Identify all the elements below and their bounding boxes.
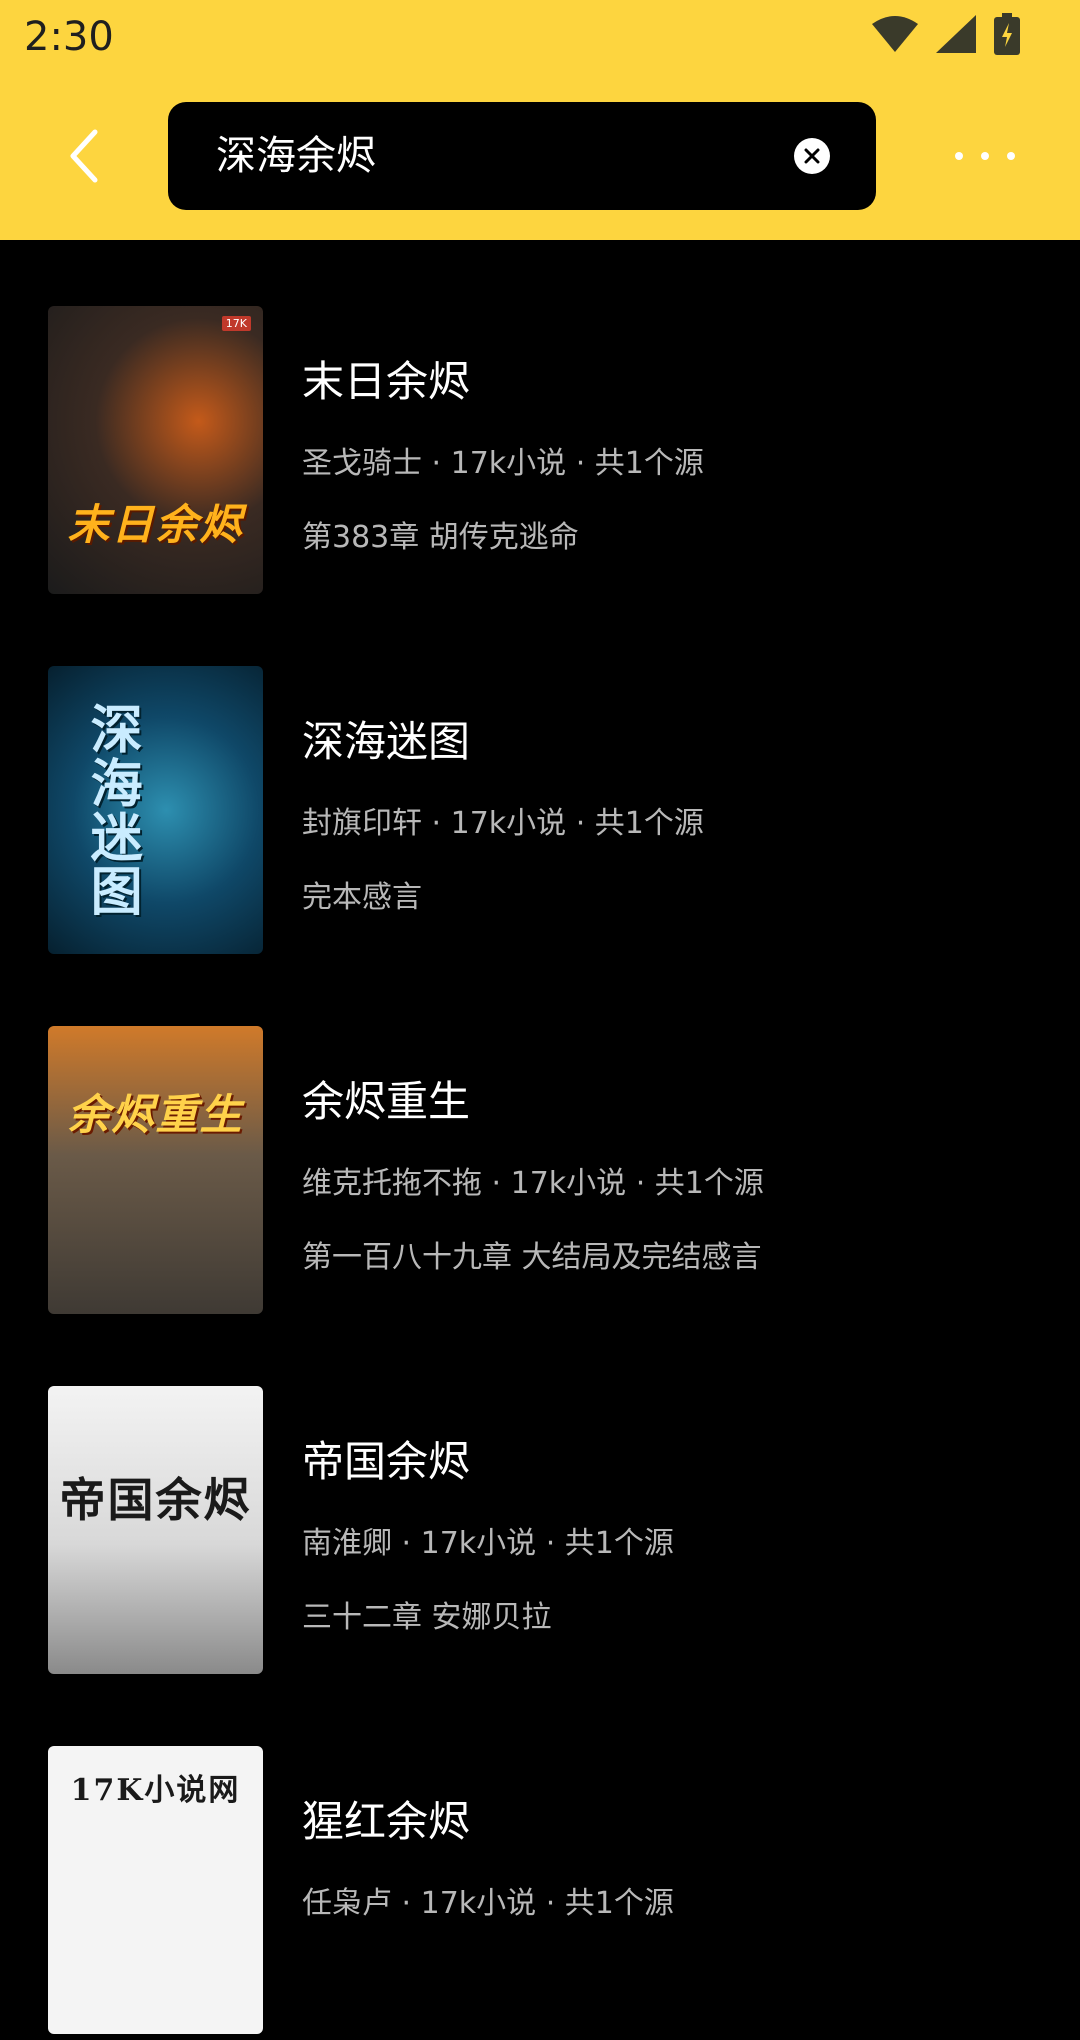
book-meta: 任枭卢 · 17k小说 · 共1个源 (302, 1886, 674, 1921)
book-latest-chapter: 完本感言 (302, 880, 422, 915)
book-latest-chapter: 第383章 胡传克逃命 (302, 520, 579, 555)
book-result-item[interactable]: 17K 末日余烬 末日余烬 圣戈骑士 · 17k小说 · 共1个源 第383章 … (0, 240, 1080, 600)
book-title: 猩红余烬 (302, 1797, 471, 1846)
book-latest-chapter: 三十二章 安娜贝拉 (302, 1600, 552, 1635)
book-result-item[interactable]: 余烬重生 余烬重生 维克托拖不拖 · 17k小说 · 共1个源 第一百八十九章 … (0, 960, 1080, 1320)
cover-badge: 17K (221, 316, 251, 331)
search-box (168, 102, 876, 210)
search-toolbar (0, 74, 1080, 240)
book-title: 帝国余烬 (302, 1437, 471, 1486)
book-result-item[interactable]: 17K小说网 猩红余烬 任枭卢 · 17k小说 · 共1个源 (0, 1680, 1080, 2040)
status-time: 2:30 (24, 14, 114, 60)
clear-search-button[interactable] (794, 138, 830, 174)
book-latest-chapter: 第一百八十九章 大结局及完结感言 (302, 1240, 762, 1275)
book-cover: 深海迷图 (48, 666, 263, 954)
book-title: 末日余烬 (302, 357, 471, 406)
cover-title: 末日余烬 (67, 499, 244, 549)
book-result-item[interactable]: 深海迷图 深海迷图 封旗印轩 · 17k小说 · 共1个源 完本感言 (0, 600, 1080, 960)
book-meta: 封旗印轩 · 17k小说 · 共1个源 (302, 806, 704, 841)
book-cover: 余烬重生 (48, 1026, 263, 1314)
book-meta: 维克托拖不拖 · 17k小说 · 共1个源 (302, 1166, 764, 1201)
book-title: 余烬重生 (302, 1077, 471, 1126)
book-cover: 17K小说网 (48, 1746, 263, 2034)
book-result-item[interactable]: 帝国余烬 帝国余烬 南淮卿 · 17k小说 · 共1个源 三十二章 安娜贝拉 (0, 1320, 1080, 1680)
more-dot-icon (955, 152, 963, 160)
book-cover: 帝国余烬 (48, 1386, 263, 1674)
back-arrow-icon (70, 129, 98, 183)
more-dot-icon (1007, 152, 1015, 160)
status-bar: 2:30 (0, 0, 1080, 74)
app-header: 2:30 (0, 0, 1080, 240)
search-results-list: 17K 末日余烬 末日余烬 圣戈骑士 · 17k小说 · 共1个源 第383章 … (0, 240, 1080, 2040)
battery-icon (994, 13, 1020, 55)
wifi-icon (872, 16, 918, 52)
status-icons (872, 13, 1020, 55)
more-dot-icon (981, 152, 989, 160)
cover-title: 17K小说网 (70, 1773, 241, 1808)
book-meta: 圣戈骑士 · 17k小说 · 共1个源 (302, 446, 704, 481)
cover-title: 余烬重生 (67, 1089, 244, 1139)
search-input[interactable] (216, 102, 776, 210)
book-meta: 南淮卿 · 17k小说 · 共1个源 (302, 1526, 674, 1561)
book-cover: 17K 末日余烬 (48, 306, 263, 594)
more-options-button[interactable] (930, 126, 1040, 186)
close-icon (804, 148, 820, 164)
book-title: 深海迷图 (302, 717, 471, 766)
cellular-signal-icon (936, 15, 976, 53)
cover-title: 深海迷图 (81, 702, 142, 918)
cover-title: 帝国余烬 (59, 1472, 252, 1527)
back-button[interactable] (40, 124, 130, 188)
